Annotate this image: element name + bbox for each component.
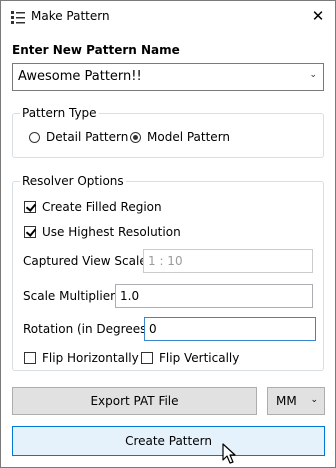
chevron-down-icon[interactable]: ⌄ <box>310 395 318 405</box>
create-filled-region-box[interactable] <box>24 201 36 213</box>
radio-model-label: Model Pattern <box>147 130 231 144</box>
pattern-type-legend: Pattern Type <box>20 106 99 120</box>
radio-detail-pattern[interactable]: Detail Pattern <box>29 130 128 144</box>
flip-vertically-box[interactable] <box>141 352 153 364</box>
use-highest-resolution-checkbox[interactable]: Use Highest Resolution <box>24 225 181 239</box>
flip-horizontally-checkbox[interactable]: Flip Horizontally <box>24 351 139 365</box>
radio-model-dot[interactable] <box>130 131 141 143</box>
cursor-icon <box>222 443 236 464</box>
radio-detail-label: Detail Pattern <box>46 130 129 144</box>
captured-view-scale-field: 1 : 10 <box>143 249 313 273</box>
pattern-name-combo[interactable]: Awesome Pattern!! ⌄ <box>12 63 324 91</box>
create-pattern-button[interactable]: Create Pattern <box>12 426 325 456</box>
title-bar: Make Pattern ✕ <box>1 1 335 32</box>
list-icon <box>11 11 25 24</box>
flip-vertically-label: Flip Vertically <box>159 351 240 365</box>
scale-multiplier-value: 1.0 <box>120 289 140 303</box>
rotation-value: 0 <box>149 322 157 336</box>
chevron-down-icon[interactable]: ⌄ <box>309 70 317 80</box>
scale-multiplier-label: Scale Multiplier <box>23 289 116 303</box>
captured-view-scale-label: Captured View Scale <box>23 254 147 268</box>
close-icon[interactable]: ✕ <box>305 3 331 29</box>
pattern-name-label: Enter New Pattern Name <box>12 43 180 57</box>
create-filled-region-checkbox[interactable]: Create Filled Region <box>24 200 162 214</box>
rotation-label: Rotation (in Degrees) <box>23 322 152 336</box>
rotation-field[interactable]: 0 <box>144 317 316 341</box>
units-select[interactable]: MM ⌄ <box>267 387 325 415</box>
flip-vertically-checkbox[interactable]: Flip Vertically <box>141 351 239 365</box>
flip-horizontally-label: Flip Horizontally <box>42 351 139 365</box>
resolver-options-legend: Resolver Options <box>20 174 126 188</box>
units-select-value: MM <box>276 394 297 408</box>
export-pat-file-button[interactable]: Export PAT File <box>12 387 257 415</box>
use-highest-resolution-label: Use Highest Resolution <box>42 225 181 239</box>
pattern-name-value: Awesome Pattern!! <box>18 69 142 84</box>
use-highest-resolution-box[interactable] <box>24 226 36 238</box>
window-title: Make Pattern <box>31 9 110 23</box>
make-pattern-window: Make Pattern ✕ Enter New Pattern Name Aw… <box>0 0 336 468</box>
captured-view-scale-value: 1 : 10 <box>148 254 183 268</box>
resolver-options-group: Resolver Options Create Filled Region Us… <box>12 174 324 371</box>
scale-multiplier-field[interactable]: 1.0 <box>115 284 313 308</box>
radio-detail-dot[interactable] <box>29 131 40 143</box>
flip-horizontally-box[interactable] <box>24 352 36 364</box>
pattern-type-group: Pattern Type Detail Pattern Model Patter… <box>12 106 324 158</box>
radio-model-pattern[interactable]: Model Pattern <box>130 130 230 144</box>
create-filled-region-label: Create Filled Region <box>42 200 162 214</box>
